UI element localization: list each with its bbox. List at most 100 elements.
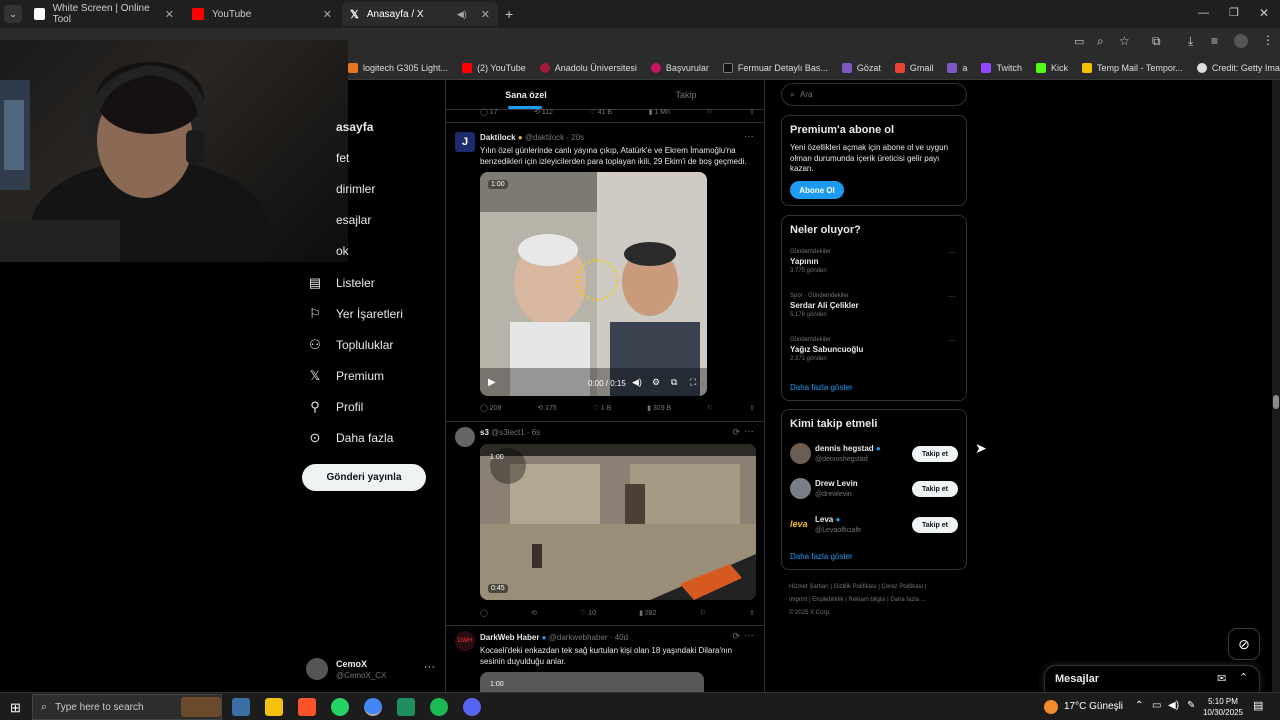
- tab-white-screen[interactable]: White Screen | Online Tool ✕: [26, 2, 182, 26]
- tweet-more-icon[interactable]: ···: [744, 426, 754, 437]
- volume-icon[interactable]: ◀): [1168, 700, 1179, 711]
- tweet-handle[interactable]: @s3lect1: [491, 428, 524, 437]
- nav-more[interactable]: ⊙ Daha fazla: [308, 430, 394, 446]
- bookmark-item[interactable]: Twitch: [981, 62, 1022, 73]
- tweet-more-icon[interactable]: ···: [744, 131, 754, 142]
- bookmark-tweet-icon[interactable]: ⚐: [706, 108, 712, 116]
- pip-icon[interactable]: ⧉: [671, 377, 677, 388]
- trend-item[interactable]: Gündemdekiler Yapının 3.775 gönderi: [790, 249, 960, 274]
- views-button[interactable]: ▮ 1 Mn: [649, 108, 670, 116]
- whatsapp-icon[interactable]: [331, 698, 349, 716]
- close-tab-icon[interactable]: ✕: [481, 8, 490, 21]
- menu-kebab-icon[interactable]: ⋮: [1262, 33, 1274, 47]
- nav-explore[interactable]: fet: [308, 151, 349, 165]
- like-button[interactable]: ♡ 41 B: [589, 108, 612, 116]
- bookmark-tweet-icon[interactable]: ⚐: [700, 609, 706, 617]
- account-avatar[interactable]: [306, 658, 328, 680]
- page-scrollbar[interactable]: [1272, 80, 1280, 692]
- nav-premium[interactable]: 𝕏 Premium: [308, 368, 384, 384]
- nav-bookmarks[interactable]: ⚐ Yer İşaretleri: [308, 306, 403, 322]
- trend-more-icon[interactable]: ···: [948, 292, 956, 301]
- app-icon-mail[interactable]: [232, 698, 250, 716]
- repost-button[interactable]: ⟲: [531, 609, 537, 617]
- bookmark-item[interactable]: logitech G305 Light...: [348, 62, 448, 73]
- play-icon[interactable]: ▶: [488, 377, 496, 388]
- footer-link[interactable]: Çerez Politikası: [882, 584, 924, 590]
- media-queue-icon[interactable]: ≡: [1211, 34, 1218, 48]
- bookmark-item[interactable]: Başvurular: [650, 62, 709, 73]
- tweet-time[interactable]: 40d: [615, 633, 628, 642]
- taskbar-search-input[interactable]: ⌕ Type here to search: [32, 694, 222, 720]
- spotify-icon[interactable]: [430, 698, 448, 716]
- footer-link[interactable]: Erişilebilirlik: [812, 597, 843, 603]
- bookmark-tweet-icon[interactable]: ⚐: [707, 404, 713, 412]
- views-button[interactable]: ▮ 282: [639, 609, 656, 617]
- notifications-icon[interactable]: ▤: [1253, 699, 1263, 712]
- share-icon[interactable]: ⇧: [749, 609, 755, 617]
- bookmark-item[interactable]: Anadolu Üniversitesi: [539, 62, 637, 73]
- footer-link[interactable]: Daha fazla ...: [890, 597, 925, 603]
- nav-profile[interactable]: ⚲ Profil: [308, 399, 363, 415]
- windows-start-icon[interactable]: ⊞: [10, 700, 21, 716]
- tweet-avatar[interactable]: DWH: [455, 631, 475, 651]
- file-explorer-icon[interactable]: [265, 698, 283, 716]
- extensions-icon[interactable]: ⧉: [1152, 34, 1161, 49]
- repost-button[interactable]: ⟲ 112: [534, 108, 553, 116]
- follow-button[interactable]: Takip et: [912, 517, 958, 533]
- nav-messages[interactable]: esajlar: [308, 213, 371, 227]
- nav-grok[interactable]: ok: [308, 244, 349, 258]
- follow-show-more-link[interactable]: Daha fazla göster: [790, 552, 853, 561]
- tweet-author-name[interactable]: s3: [480, 428, 489, 437]
- minimize-button[interactable]: —: [1198, 7, 1209, 19]
- bookmark-item[interactable]: Fermuar Detaylı Bas...: [722, 62, 828, 73]
- tweet-avatar[interactable]: J: [455, 132, 475, 152]
- footer-link[interactable]: Gizlilik Politikası: [834, 584, 877, 590]
- weather-text[interactable]: 17°C Güneşli: [1064, 701, 1123, 712]
- search-input[interactable]: ⌕ Ara: [781, 83, 967, 106]
- messages-drawer[interactable]: Mesajlar ✉ ⌃: [1044, 665, 1260, 692]
- tab-following[interactable]: Takip: [606, 80, 764, 109]
- download-icon[interactable]: ⤓: [1188, 34, 1193, 49]
- pen-icon[interactable]: ✎: [1187, 700, 1195, 711]
- share-icon[interactable]: ⇧: [749, 108, 755, 116]
- tab-list-button[interactable]: ⌄: [4, 5, 22, 23]
- leva-logo-icon[interactable]: leva: [790, 514, 811, 535]
- brave-icon[interactable]: [298, 698, 316, 716]
- discord-icon[interactable]: [463, 698, 481, 716]
- nav-notifications[interactable]: dirimler: [308, 182, 375, 196]
- repost-button[interactable]: ⟲ 175: [537, 404, 557, 412]
- cast-icon[interactable]: ▭: [1074, 35, 1084, 48]
- network-icon[interactable]: ▭: [1152, 700, 1161, 711]
- reply-button[interactable]: ◯: [480, 609, 488, 617]
- nav-home[interactable]: asayfa: [308, 120, 373, 134]
- bookmark-item[interactable]: (2) YouTube: [462, 62, 526, 73]
- settings-icon[interactable]: ⚙: [652, 377, 660, 388]
- tab-for-you[interactable]: Sana özel: [446, 80, 606, 109]
- follow-button[interactable]: Takip et: [912, 481, 958, 497]
- bookmark-item[interactable]: Gözat: [841, 62, 881, 73]
- footer-link[interactable]: Hizmet Şartları: [789, 584, 829, 590]
- account-menu-icon[interactable]: ···: [424, 661, 435, 673]
- grok-floating-button[interactable]: ⊘: [1228, 628, 1260, 660]
- tweet-author-name[interactable]: Daktilock: [480, 133, 516, 142]
- tweet-time[interactable]: 20s: [571, 133, 584, 142]
- fullscreen-icon[interactable]: ⛶: [690, 377, 696, 388]
- tray-chevron-icon[interactable]: ⌃: [1135, 700, 1143, 711]
- nav-communities[interactable]: ⚇ Topluluklar: [308, 337, 393, 353]
- new-tab-button[interactable]: +: [505, 6, 513, 22]
- user-avatar[interactable]: [790, 443, 811, 464]
- bookmark-item[interactable]: Credit: Getty Image...: [1196, 62, 1280, 73]
- tweet-avatar[interactable]: [455, 427, 475, 447]
- tweet-handle[interactable]: @daktilock: [525, 133, 564, 142]
- reply-button[interactable]: ◯ 208: [480, 404, 501, 412]
- tweet-handle[interactable]: @darkwebhaber: [549, 633, 608, 642]
- restore-button[interactable]: ❐: [1229, 6, 1239, 19]
- trend-item[interactable]: Gündemdekiler Yağız Sabuncuoğlu 2.371 gö…: [790, 337, 960, 362]
- like-button[interactable]: ♡ 10: [580, 609, 596, 617]
- bookmark-item[interactable]: Gmail: [894, 62, 933, 73]
- app-icon-green[interactable]: [397, 698, 415, 716]
- tweet-video[interactable]: 1:00: [480, 672, 704, 692]
- user-name-row[interactable]: Leva ●: [815, 515, 840, 524]
- reply-button[interactable]: ◯ 17: [480, 108, 498, 116]
- grok-analyze-icon[interactable]: ⟳: [732, 427, 740, 438]
